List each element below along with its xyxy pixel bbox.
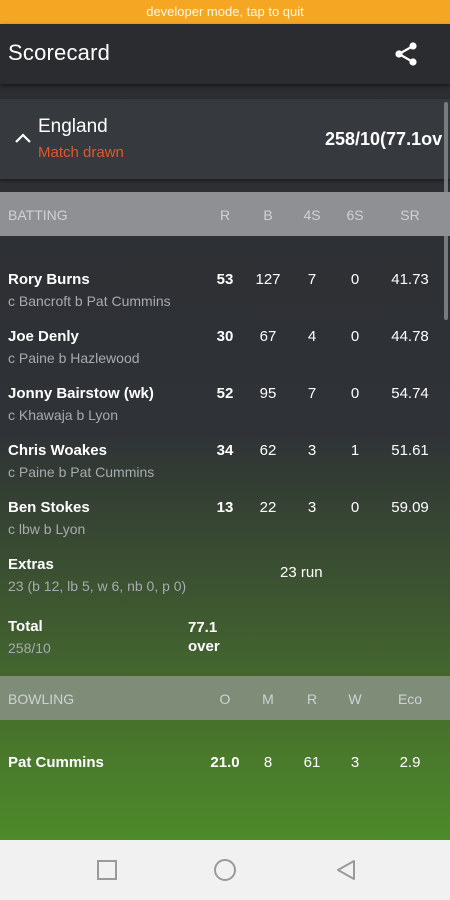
bowling-row: Pat Cummins 21.0 8 61 3 2.9 — [0, 754, 450, 810]
chevron-up-icon[interactable] — [14, 131, 32, 145]
balls: 95 — [259, 385, 277, 402]
dismissal: c Paine b Pat Cummins — [8, 464, 155, 480]
strike-rate: 59.09 — [391, 499, 429, 516]
share-icon[interactable] — [392, 40, 420, 68]
strike-rate: 41.73 — [391, 271, 429, 288]
runs-conceded: 61 — [303, 754, 321, 771]
sixes: 0 — [350, 385, 360, 402]
developer-mode-banner[interactable]: developer mode, tap to quit — [0, 0, 450, 24]
batsman-name: Jonny Bairstow (wk) — [8, 385, 154, 402]
balls: 22 — [259, 499, 277, 516]
total-overs-value: 77.1 — [188, 619, 218, 636]
batting-header: BATTING R B 4S 6S SR — [0, 192, 450, 236]
batsman-name: Chris Woakes — [8, 442, 107, 459]
runs: 52 — [216, 385, 234, 402]
economy: 2.9 — [399, 754, 421, 771]
strike-rate: 51.61 — [391, 442, 429, 459]
total-overs-unit: over — [188, 638, 220, 655]
fours: 4 — [307, 328, 317, 345]
runs: 34 — [216, 442, 234, 459]
extras-row: Extras 23 (b 12, lb 5, w 6, nb 0, p 0) 2… — [0, 556, 450, 612]
dismissal: c Paine b Hazlewood — [8, 350, 140, 366]
fours: 3 — [307, 442, 317, 459]
dismissal: c lbw b Lyon — [8, 521, 86, 537]
batting-row: Chris Woakes c Paine b Pat Cummins 34 62… — [0, 442, 450, 498]
extras-label: Extras — [8, 556, 54, 573]
balls: 127 — [255, 271, 281, 288]
fours: 3 — [307, 499, 317, 516]
team-name: England — [38, 116, 108, 137]
bowling-header: BOWLING O M R W Eco — [0, 676, 450, 720]
fours: 7 — [307, 385, 317, 402]
runs: 13 — [216, 499, 234, 516]
batsman-name: Joe Denly — [8, 328, 79, 345]
extras-value: 23 run — [280, 564, 323, 581]
col-sixes: 6S — [346, 207, 364, 223]
back-icon[interactable] — [334, 858, 358, 882]
batting-row: Joe Denly c Paine b Hazlewood 30 67 4 0 … — [0, 328, 450, 384]
col-balls: B — [263, 207, 273, 223]
total-detail: 258/10 — [8, 640, 51, 656]
batsman-name: Rory Burns — [8, 271, 90, 288]
dismissal: c Khawaja b Lyon — [8, 407, 118, 423]
dismissal: c Bancroft b Pat Cummins — [8, 293, 171, 309]
col-economy: Eco — [397, 691, 423, 707]
col-fours: 4S — [303, 207, 321, 223]
total-label: Total — [8, 618, 43, 635]
balls: 62 — [259, 442, 277, 459]
batsman-name: Ben Stokes — [8, 499, 90, 516]
runs: 53 — [216, 271, 234, 288]
strike-rate: 54.74 — [391, 385, 429, 402]
total-overs: 77.1 over — [188, 618, 220, 656]
match-result: Match drawn — [38, 144, 124, 161]
col-maidens: M — [262, 691, 274, 707]
batting-row: Rory Burns c Bancroft b Pat Cummins 53 1… — [0, 271, 450, 327]
col-overs: O — [219, 691, 231, 707]
team-score: 258/10(77.1ov — [325, 129, 443, 149]
bowler-name: Pat Cummins — [8, 754, 104, 771]
maidens: 8 — [263, 754, 273, 771]
app-bar: Scorecard — [0, 24, 450, 84]
sixes: 0 — [350, 271, 360, 288]
sixes: 0 — [350, 499, 360, 516]
fours: 7 — [307, 271, 317, 288]
recents-icon[interactable] — [95, 858, 119, 882]
batting-row: Ben Stokes c lbw b Lyon 13 22 3 0 59.09 — [0, 499, 450, 555]
runs: 30 — [216, 328, 234, 345]
overs: 21.0 — [210, 754, 240, 771]
col-runs: R — [219, 207, 231, 223]
page-title: Scorecard — [8, 40, 111, 65]
batting-label: BATTING — [8, 207, 68, 223]
sixes: 0 — [350, 328, 360, 345]
strike-rate: 44.78 — [391, 328, 429, 345]
home-icon[interactable] — [213, 858, 237, 882]
batting-row: Jonny Bairstow (wk) c Khawaja b Lyon 52 … — [0, 385, 450, 441]
extras-detail: 23 (b 12, lb 5, w 6, nb 0, p 0) — [8, 578, 187, 594]
wickets: 3 — [350, 754, 360, 771]
bowling-label: BOWLING — [8, 691, 75, 707]
col-wickets: W — [348, 691, 362, 707]
balls: 67 — [259, 328, 277, 345]
system-nav-bar — [0, 840, 450, 900]
col-runs-conceded: R — [306, 691, 318, 707]
total-row: Total 258/10 77.1 over — [0, 618, 450, 674]
team-innings-header[interactable]: England Match drawn 258/10(77.1ov — [0, 99, 450, 179]
sixes: 1 — [350, 442, 360, 459]
col-strike-rate: SR — [400, 207, 420, 223]
